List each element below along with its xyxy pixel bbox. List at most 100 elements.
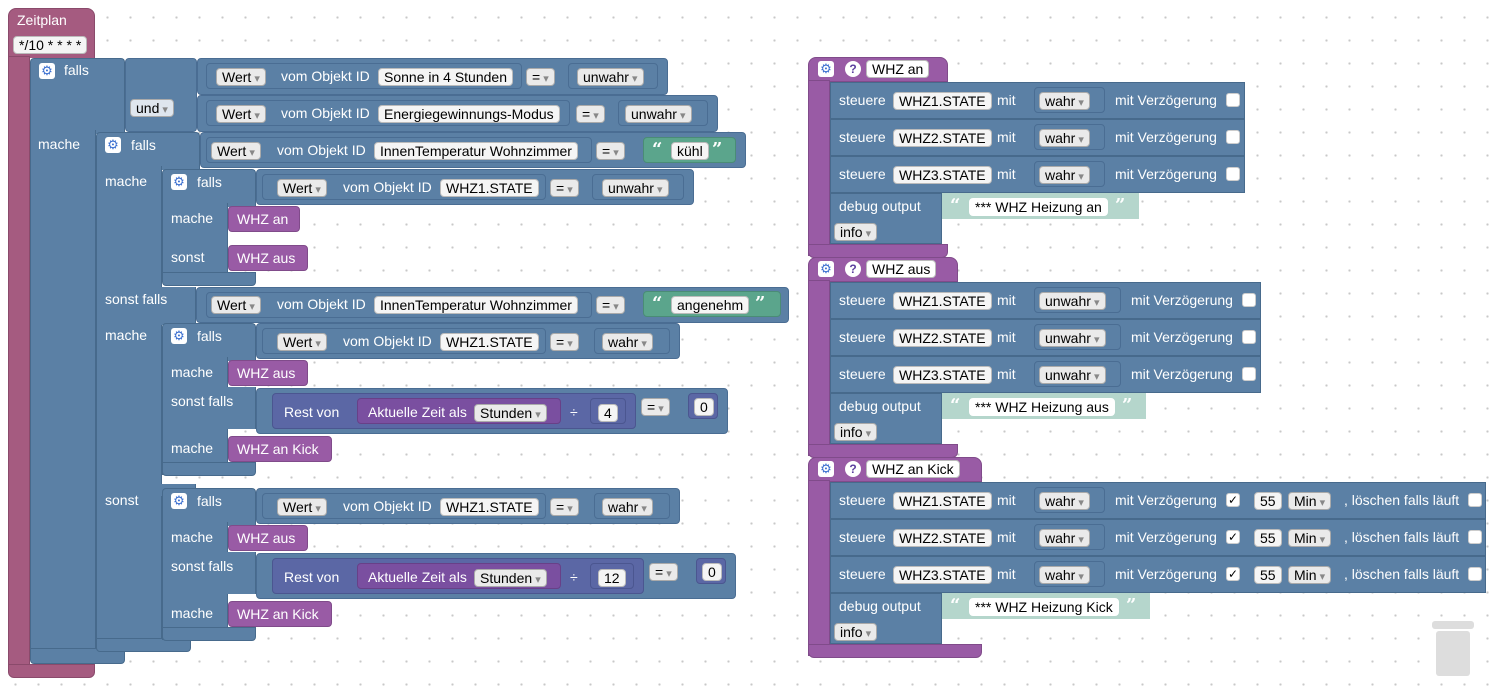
- delay-checkbox[interactable]: [1242, 367, 1256, 381]
- equals-operator-dropdown[interactable]: =: [550, 333, 579, 351]
- delay-label: mit Verzögerung: [1115, 166, 1217, 182]
- clear-running-checkbox[interactable]: [1468, 567, 1482, 581]
- equals-operator-dropdown[interactable]: =: [576, 105, 605, 123]
- object-id-field[interactable]: WHZ3.STATE: [893, 566, 992, 584]
- delay-value-field[interactable]: 55: [1254, 529, 1282, 547]
- number-field[interactable]: 4: [598, 404, 618, 422]
- and-operator-dropdown[interactable]: und: [130, 99, 174, 117]
- boolean-dropdown[interactable]: unwahr: [1039, 329, 1106, 347]
- time-unit-dropdown[interactable]: Stunden: [474, 569, 547, 587]
- clear-running-checkbox[interactable]: [1468, 530, 1482, 544]
- value-dropdown[interactable]: Wert: [277, 498, 327, 516]
- value-dropdown[interactable]: Wert: [211, 296, 261, 314]
- number-field[interactable]: 0: [702, 563, 722, 581]
- trash-icon[interactable]: [1432, 621, 1474, 676]
- checkmark-icon[interactable]: ✓: [1226, 530, 1240, 544]
- debug-text-field[interactable]: *** WHZ Heizung Kick: [969, 598, 1119, 616]
- value-dropdown[interactable]: Wert: [277, 179, 327, 197]
- object-id-field[interactable]: InnenTemperatur Wohnzimmer: [374, 142, 578, 160]
- checkmark-icon[interactable]: ✓: [1226, 567, 1240, 581]
- object-id-field[interactable]: InnenTemperatur Wohnzimmer: [374, 296, 578, 314]
- boolean-dropdown[interactable]: wahr: [1039, 492, 1090, 510]
- delay-unit-dropdown[interactable]: Min: [1288, 566, 1332, 584]
- log-level-dropdown[interactable]: info: [834, 623, 878, 641]
- number-field[interactable]: 0: [694, 398, 714, 416]
- text-field[interactable]: angenehm: [671, 296, 750, 314]
- help-icon[interactable]: ?: [845, 261, 861, 277]
- boolean-dropdown[interactable]: wahr: [1039, 529, 1090, 547]
- boolean-dropdown[interactable]: unwahr: [577, 68, 644, 86]
- delay-checkbox[interactable]: [1226, 167, 1240, 181]
- gear-icon[interactable]: ⚙: [818, 61, 834, 77]
- debug-text-field[interactable]: *** WHZ Heizung an: [969, 198, 1108, 216]
- boolean-dropdown[interactable]: unwahr: [625, 105, 692, 123]
- boolean-dropdown[interactable]: wahr: [1039, 566, 1090, 584]
- help-icon[interactable]: ?: [845, 461, 861, 477]
- boolean-dropdown[interactable]: wahr: [1039, 92, 1090, 110]
- clear-running-checkbox[interactable]: [1468, 493, 1482, 507]
- gear-icon[interactable]: ⚙: [171, 328, 187, 344]
- equals-operator-dropdown[interactable]: =: [550, 498, 579, 516]
- object-id-field[interactable]: WHZ1.STATE: [440, 498, 539, 516]
- function-name-field[interactable]: WHZ an: [866, 60, 930, 78]
- object-id-field[interactable]: WHZ1.STATE: [893, 492, 992, 510]
- value-dropdown[interactable]: Wert: [216, 68, 266, 86]
- and-block[interactable]: [125, 58, 197, 132]
- boolean-dropdown[interactable]: unwahr: [1039, 366, 1106, 384]
- gear-icon[interactable]: ⚙: [818, 461, 834, 477]
- boolean-dropdown[interactable]: unwahr: [1039, 292, 1106, 310]
- value-dropdown[interactable]: Wert: [211, 142, 261, 160]
- gear-icon[interactable]: ⚙: [39, 63, 55, 79]
- object-id-field[interactable]: WHZ2.STATE: [893, 529, 992, 547]
- object-id-field[interactable]: WHZ1.STATE: [893, 292, 992, 310]
- help-icon[interactable]: ?: [845, 61, 861, 77]
- object-id-field[interactable]: WHZ1.STATE: [440, 333, 539, 351]
- cron-field[interactable]: */10 * * * *: [13, 36, 88, 54]
- equals-operator-dropdown[interactable]: =: [596, 296, 625, 314]
- function-name-field[interactable]: WHZ an Kick: [866, 460, 960, 478]
- object-id-field[interactable]: WHZ1.STATE: [440, 179, 539, 197]
- log-level-dropdown[interactable]: info: [834, 423, 878, 441]
- boolean-dropdown[interactable]: wahr: [602, 498, 653, 516]
- value-dropdown[interactable]: Wert: [216, 105, 266, 123]
- delay-checkbox[interactable]: [1242, 330, 1256, 344]
- call-label: WHZ an Kick: [237, 441, 319, 457]
- boolean-dropdown[interactable]: unwahr: [602, 179, 669, 197]
- gear-icon[interactable]: ⚙: [171, 174, 187, 190]
- do-label: mache: [171, 440, 214, 456]
- equals-operator-dropdown[interactable]: =: [641, 398, 670, 416]
- else-label: sonst: [171, 249, 205, 265]
- object-id-field[interactable]: Energiegewinnungs-Modus: [378, 105, 560, 123]
- object-id-field[interactable]: WHZ2.STATE: [893, 329, 992, 347]
- delay-unit-dropdown[interactable]: Min: [1288, 529, 1332, 547]
- delay-checkbox[interactable]: [1226, 130, 1240, 144]
- log-level-dropdown[interactable]: info: [834, 223, 878, 241]
- object-id-field[interactable]: WHZ3.STATE: [893, 366, 992, 384]
- boolean-dropdown[interactable]: wahr: [602, 333, 653, 351]
- debug-text-field[interactable]: *** WHZ Heizung aus: [969, 398, 1115, 416]
- gear-icon[interactable]: ⚙: [818, 261, 834, 277]
- value-dropdown[interactable]: Wert: [277, 333, 327, 351]
- object-id-field[interactable]: WHZ2.STATE: [893, 129, 992, 147]
- delay-value-field[interactable]: 55: [1254, 566, 1282, 584]
- delay-value-field[interactable]: 55: [1254, 492, 1282, 510]
- gear-icon[interactable]: ⚙: [105, 137, 121, 153]
- checkmark-icon[interactable]: ✓: [1226, 493, 1240, 507]
- delay-checkbox[interactable]: [1226, 93, 1240, 107]
- delay-unit-dropdown[interactable]: Min: [1288, 492, 1332, 510]
- object-id-field[interactable]: Sonne in 4 Stunden: [378, 68, 513, 86]
- gear-icon[interactable]: ⚙: [171, 493, 187, 509]
- equals-operator-dropdown[interactable]: =: [550, 179, 579, 197]
- equals-operator-dropdown[interactable]: =: [649, 563, 678, 581]
- equals-operator-dropdown[interactable]: =: [526, 68, 555, 86]
- boolean-dropdown[interactable]: wahr: [1039, 129, 1090, 147]
- object-id-field[interactable]: WHZ1.STATE: [893, 92, 992, 110]
- delay-checkbox[interactable]: [1242, 293, 1256, 307]
- function-name-field[interactable]: WHZ aus: [866, 260, 937, 278]
- time-unit-dropdown[interactable]: Stunden: [474, 404, 547, 422]
- text-field[interactable]: kühl: [671, 142, 709, 160]
- object-id-field[interactable]: WHZ3.STATE: [893, 166, 992, 184]
- number-field[interactable]: 12: [598, 569, 626, 587]
- boolean-dropdown[interactable]: wahr: [1039, 166, 1090, 184]
- equals-operator-dropdown[interactable]: =: [596, 142, 625, 160]
